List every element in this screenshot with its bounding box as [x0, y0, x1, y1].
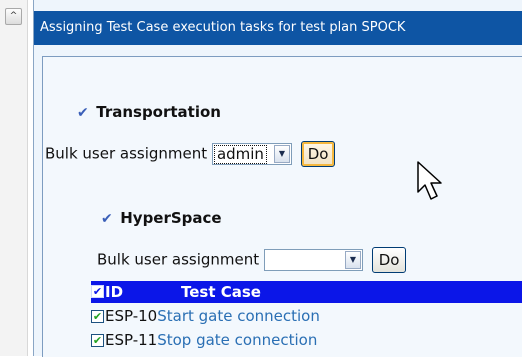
section-name: HyperSpace [120, 209, 222, 227]
do-button[interactable]: Do [371, 247, 407, 273]
table-row: ✔ ESP-11Stop gate connection [91, 331, 317, 349]
column-id: ID [105, 283, 124, 301]
assignment-panel: Assigning Test Case execution tasks for … [33, 0, 522, 357]
check-icon[interactable]: ✔ [101, 212, 115, 226]
column-test-case: Test Case [181, 283, 261, 301]
bulk-label: Bulk user assignment [45, 144, 208, 163]
section-heading-hyperspace: ✔ HyperSpace [101, 209, 222, 227]
row-id: ESP-10 [105, 307, 158, 325]
user-select[interactable]: admin ▼ [211, 143, 292, 165]
section-name: Transportation [96, 103, 221, 121]
select-all-checkbox[interactable]: ✔ [91, 285, 104, 298]
bulk-assignment-row: Bulk user assignment admin ▼ Do [45, 141, 336, 167]
bulk-label: Bulk user assignment [97, 250, 260, 269]
selected-user: admin [213, 145, 267, 164]
table-header: ✔ ID Test Case [91, 281, 522, 303]
do-button[interactable]: Do [300, 141, 336, 167]
row-checkbox[interactable]: ✔ [91, 310, 104, 323]
row-checkbox[interactable]: ✔ [91, 334, 104, 347]
content-area: ✔ Transportation Bulk user assignment ad… [42, 56, 522, 357]
section-heading-transportation: ✔ Transportation [77, 103, 221, 121]
mouse-pointer-icon [417, 161, 442, 200]
check-icon[interactable]: ✔ [77, 106, 91, 120]
test-case-link[interactable]: Stop gate connection [157, 331, 317, 349]
chevron-down-icon[interactable]: ▼ [344, 251, 361, 269]
test-case-link[interactable]: Start gate connection [157, 307, 320, 325]
bulk-assignment-row: Bulk user assignment ▼ Do [97, 247, 407, 273]
row-id: ESP-11 [105, 331, 158, 349]
page-title: Assigning Test Case execution tasks for … [34, 11, 522, 45]
chevron-down-icon[interactable]: ▼ [273, 145, 290, 163]
scroll-up-button[interactable]: ^ [5, 8, 22, 25]
table-row: ✔ ESP-10Start gate connection [91, 307, 320, 325]
left-scroll-strip: ^ [0, 0, 28, 356]
user-select[interactable]: ▼ [263, 249, 363, 271]
